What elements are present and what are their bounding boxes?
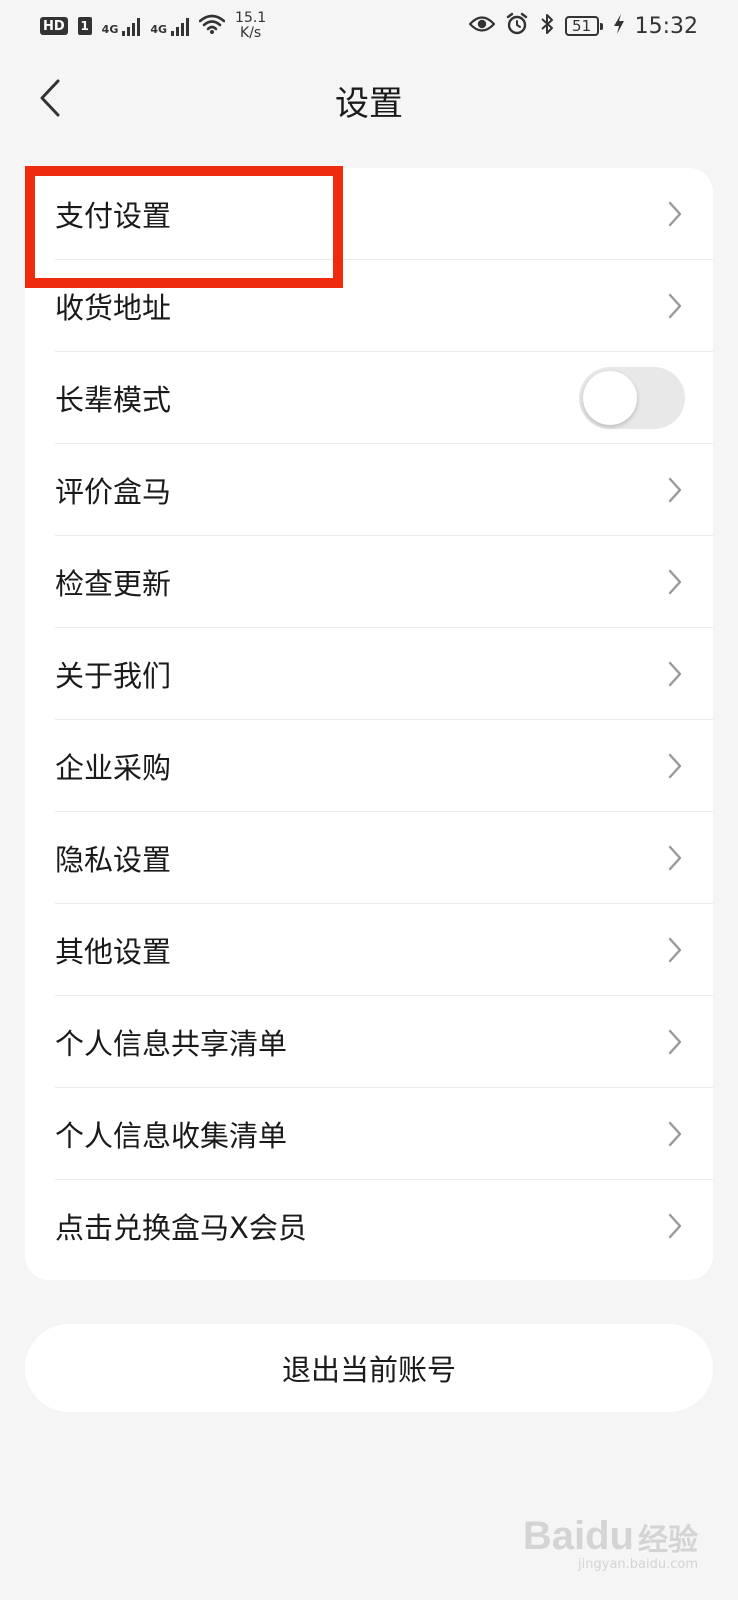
network-type-2: 4G	[150, 23, 168, 36]
settings-item-rate[interactable]: 评价盒马	[25, 444, 713, 536]
chevron-right-icon	[665, 200, 685, 228]
logout-button[interactable]: 退出当前账号	[25, 1324, 713, 1412]
chevron-right-icon	[665, 1212, 685, 1240]
sim-badge: 1	[77, 17, 92, 35]
settings-item-label: 其他设置	[55, 935, 172, 969]
settings-item-label: 个人信息收集清单	[55, 1119, 288, 1153]
page-title: 设置	[335, 84, 403, 124]
settings-item-label: 关于我们	[55, 659, 172, 693]
settings-item-other[interactable]: 其他设置	[25, 904, 713, 996]
settings-item-label: 评价盒马	[55, 475, 172, 509]
watermark-logo: Baidu 经验	[523, 1514, 698, 1559]
eye-comfort-icon	[468, 14, 496, 38]
chevron-right-icon	[665, 1028, 685, 1056]
settings-item-enterprise[interactable]: 企业采购	[25, 720, 713, 812]
settings-item-check-update[interactable]: 检查更新	[25, 536, 713, 628]
watermark-product: 经验	[638, 1523, 698, 1557]
hd-badge: HD	[40, 17, 68, 35]
settings-item-label: 个人信息共享清单	[55, 1027, 288, 1061]
watermark: Baidu 经验 jingyan.baidu.com	[523, 1514, 698, 1572]
alarm-icon	[505, 12, 529, 41]
settings-item-redeem-membership[interactable]: 点击兑换盒马X会员	[25, 1180, 713, 1272]
charging-icon	[613, 13, 625, 40]
settings-item-payment[interactable]: 支付设置	[25, 168, 713, 260]
settings-item-about[interactable]: 关于我们	[25, 628, 713, 720]
wifi-icon	[198, 14, 226, 39]
status-bar: HD 1 4G 4G 15.1 K/s 51 15:32	[0, 0, 738, 52]
nav-bar: 设置	[0, 52, 738, 148]
battery-level: 51	[572, 17, 592, 35]
settings-item-privacy[interactable]: 隐私设置	[25, 812, 713, 904]
network-type-1: 4G	[101, 23, 119, 36]
settings-item-label: 收货地址	[55, 291, 172, 325]
bluetooth-icon	[539, 12, 555, 41]
status-time: 15:32	[634, 13, 698, 39]
settings-item-label: 点击兑换盒马X会员	[55, 1211, 307, 1245]
settings-item-label: 企业采购	[55, 751, 172, 785]
settings-item-label: 隐私设置	[55, 843, 172, 877]
chevron-right-icon	[665, 844, 685, 872]
signal-icon	[122, 16, 141, 36]
watermark-url: jingyan.baidu.com	[578, 1557, 698, 1572]
chevron-right-icon	[665, 568, 685, 596]
speed-value: 15.1	[235, 10, 267, 26]
toggle-knob	[583, 371, 637, 425]
settings-item-address[interactable]: 收货地址	[25, 260, 713, 352]
speed-unit: K/s	[240, 25, 262, 41]
watermark-brand: Baidu	[522, 1514, 634, 1558]
settings-item-label: 检查更新	[55, 567, 172, 601]
chevron-right-icon	[665, 752, 685, 780]
signal-icon	[171, 16, 190, 36]
chevron-right-icon	[665, 292, 685, 320]
status-left: HD 1 4G 4G 15.1 K/s	[40, 11, 266, 41]
chevron-right-icon	[665, 936, 685, 964]
settings-item-label: 长辈模式	[55, 383, 172, 417]
settings-item-info-sharing[interactable]: 个人信息共享清单	[25, 996, 713, 1088]
status-right: 51 15:32	[468, 12, 698, 41]
chevron-right-icon	[665, 660, 685, 688]
network-speed: 15.1 K/s	[235, 11, 266, 41]
chevron-right-icon	[665, 1120, 685, 1148]
chevron-right-icon	[665, 476, 685, 504]
elder-mode-toggle[interactable]	[579, 367, 685, 429]
settings-item-info-collection[interactable]: 个人信息收集清单	[25, 1088, 713, 1180]
settings-item-elder-mode: 长辈模式	[25, 352, 713, 444]
settings-item-label: 支付设置	[55, 199, 172, 233]
settings-list: 支付设置 收货地址 长辈模式 评价盒马 检查更新 关于我们 企业采购 隐私设置 …	[25, 168, 713, 1280]
battery-icon: 51	[564, 16, 603, 36]
